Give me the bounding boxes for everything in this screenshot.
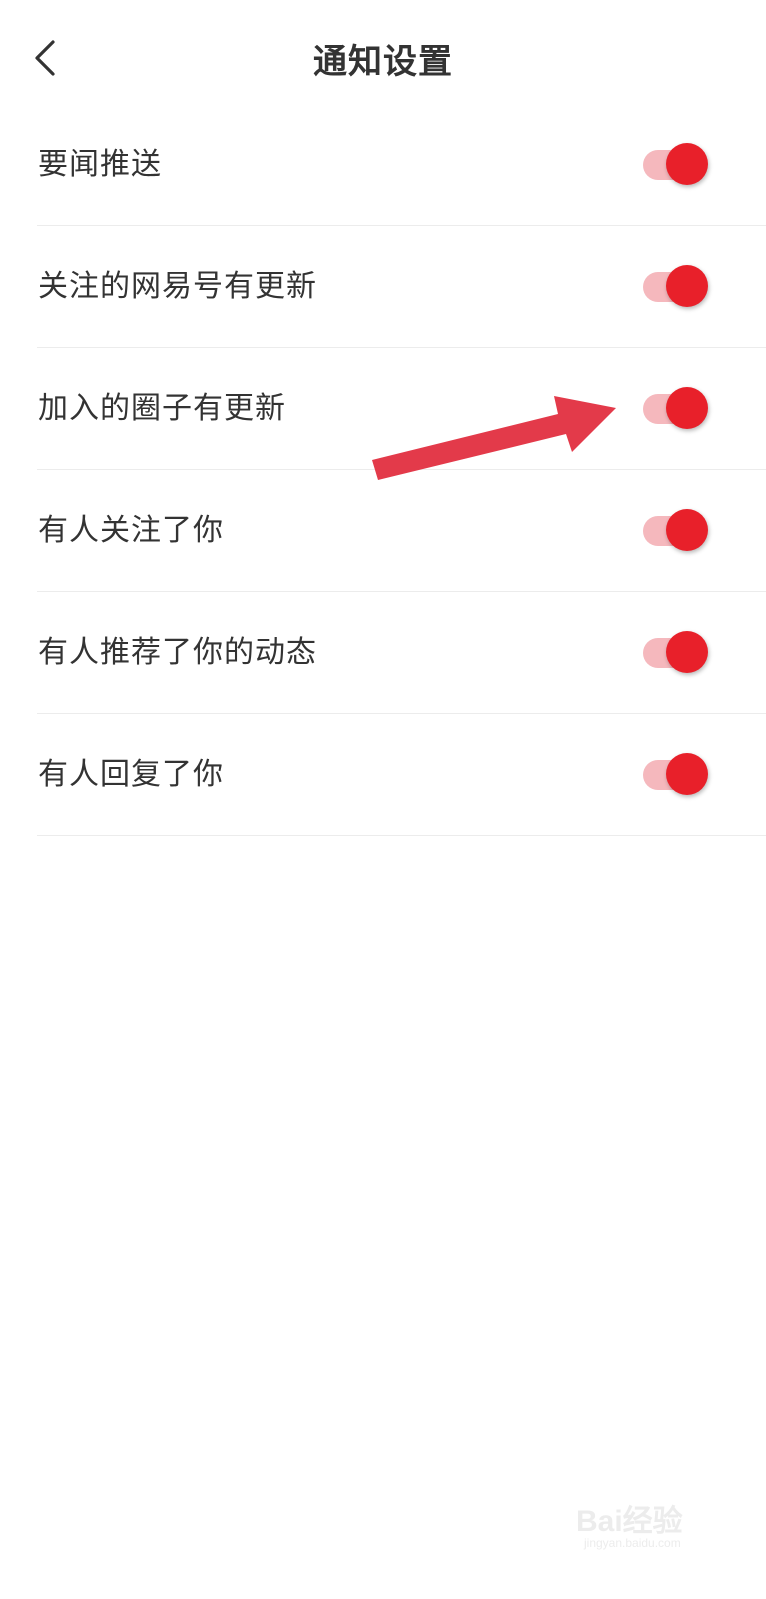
toggle-knob [666, 631, 708, 673]
watermark-text: Bai经验 [576, 1505, 683, 1538]
toggle-switch[interactable] [643, 143, 709, 187]
toggle-switch[interactable] [643, 509, 709, 553]
setting-row-news-push: 要闻推送 [37, 104, 766, 226]
setting-label: 有人关注了你 [38, 513, 224, 548]
setting-label: 有人回复了你 [38, 757, 224, 792]
toggle-switch[interactable] [643, 265, 709, 309]
header: 通知设置 [0, 0, 766, 115]
setting-label: 有人推荐了你的动态 [38, 635, 317, 670]
toggle-knob [666, 387, 708, 429]
page-title: 通知设置 [313, 42, 453, 82]
toggle-switch[interactable] [643, 631, 709, 675]
toggle-switch[interactable] [643, 753, 709, 797]
watermark-sub: jingyan.baidu.com [584, 1536, 681, 1550]
setting-row-followed-accounts: 关注的网易号有更新 [37, 226, 766, 348]
watermark-logo: Bai经验 jingyan.baidu.com [572, 1486, 722, 1556]
setting-row-recommended-post: 有人推荐了你的动态 [37, 592, 766, 714]
setting-row-replies: 有人回复了你 [37, 714, 766, 836]
toggle-knob [666, 265, 708, 307]
toggle-knob [666, 143, 708, 185]
annotation-arrow-icon [372, 396, 616, 480]
setting-row-new-follower: 有人关注了你 [37, 470, 766, 592]
setting-label: 关注的网易号有更新 [38, 269, 317, 304]
toggle-switch[interactable] [643, 387, 709, 431]
setting-label: 要闻推送 [38, 147, 162, 182]
toggle-knob [666, 509, 708, 551]
setting-label: 加入的圈子有更新 [38, 391, 286, 426]
toggle-knob [666, 753, 708, 795]
